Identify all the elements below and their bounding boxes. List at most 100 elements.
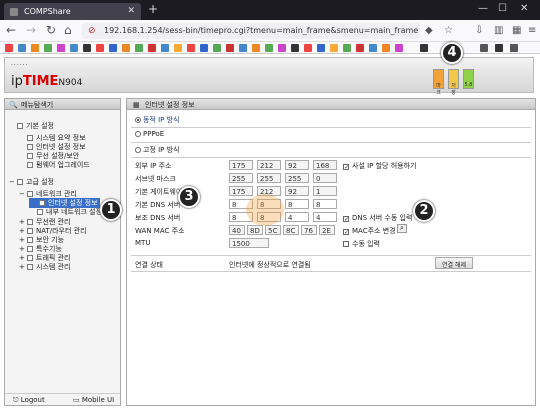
- ip-octet-input[interactable]: 8: [285, 199, 309, 209]
- bookmark-icon[interactable]: [109, 44, 117, 52]
- mac-octet-input[interactable]: 8D: [247, 225, 263, 235]
- bookmark-icon[interactable]: [31, 44, 39, 52]
- mobile-ui-link[interactable]: ▭ Mobile UI: [73, 396, 114, 404]
- bookmark-icon[interactable]: [148, 44, 156, 52]
- ip-octet-input[interactable]: 175: [229, 186, 253, 196]
- bookmark-icon[interactable]: [70, 44, 78, 52]
- ip-octet-input[interactable]: 168: [313, 160, 337, 170]
- bookmark-icon[interactable]: [330, 44, 338, 52]
- bookmark-icon[interactable]: [252, 44, 260, 52]
- disconnect-button[interactable]: 연결 해제: [435, 257, 473, 269]
- bookmark-icon[interactable]: [18, 44, 26, 52]
- mac-change-checkbox[interactable]: ✓ MAC주소 변경: [343, 226, 396, 236]
- private-ip-checkbox[interactable]: ✓ 사설 IP 할당 허용하기: [343, 161, 416, 171]
- ip-octet-input[interactable]: 92: [285, 186, 309, 196]
- bookmark-icon[interactable]: [5, 44, 13, 52]
- extension-icon[interactable]: ▦: [512, 25, 521, 36]
- mac-octet-input[interactable]: 40: [229, 225, 245, 235]
- bookmark-icon[interactable]: [317, 44, 325, 52]
- bookmark-icon[interactable]: [480, 44, 488, 52]
- minimize-icon[interactable]: —: [478, 3, 488, 14]
- pocket-icon[interactable]: ◆: [425, 25, 433, 36]
- tree-toggle-icon[interactable]: +: [19, 263, 25, 271]
- star-icon[interactable]: ☆: [444, 25, 453, 36]
- bookmark-icon[interactable]: [161, 44, 169, 52]
- tree-toggle-icon[interactable]: +: [19, 245, 25, 253]
- mac-octet-input[interactable]: 5C: [265, 225, 281, 235]
- radio-pppoe[interactable]: PPPoE: [135, 130, 164, 138]
- bookmark-icon[interactable]: [187, 44, 195, 52]
- menu-tree-item[interactable]: − 고급 설정: [9, 177, 54, 187]
- ip-octet-input[interactable]: 255: [285, 173, 309, 183]
- radio-static-ip[interactable]: 고정 IP 방식: [135, 145, 180, 155]
- bookmark-icon[interactable]: [57, 44, 65, 52]
- forward-icon[interactable]: →: [26, 23, 36, 37]
- mac-octet-input[interactable]: 76: [301, 225, 317, 235]
- library-icon[interactable]: ▥: [494, 25, 503, 36]
- reload-icon[interactable]: ↻: [46, 23, 56, 37]
- bookmark-icon[interactable]: [369, 44, 377, 52]
- tree-toggle-icon[interactable]: +: [19, 254, 25, 262]
- back-icon[interactable]: ←: [6, 23, 16, 37]
- bookmark-icon[interactable]: [135, 44, 143, 52]
- bookmark-icon[interactable]: [83, 44, 91, 52]
- menu-tree-item[interactable]: 펌웨어 업그레이드: [19, 160, 90, 170]
- bookmark-icon[interactable]: [226, 44, 234, 52]
- bookmark-icon[interactable]: [291, 44, 299, 52]
- home-icon[interactable]: ⌂: [64, 23, 72, 37]
- bookmark-icon[interactable]: [122, 44, 130, 52]
- ip-octet-input[interactable]: 92: [285, 160, 309, 170]
- bookmark-icon[interactable]: [239, 44, 247, 52]
- ip-octet-input[interactable]: 8: [313, 199, 337, 209]
- tab-close-icon[interactable]: ✕: [127, 6, 135, 16]
- bookmark-icon[interactable]: [510, 44, 518, 52]
- mac-octet-input[interactable]: 2E: [319, 225, 335, 235]
- manual-input-checkbox[interactable]: 수동 입력: [343, 239, 380, 249]
- bookmark-icon[interactable]: [304, 44, 312, 52]
- tree-toggle-icon[interactable]: −: [9, 178, 15, 186]
- tree-toggle-icon[interactable]: +: [19, 218, 25, 226]
- tree-toggle-icon[interactable]: +: [19, 236, 25, 244]
- dns-manual-checkbox[interactable]: ✓ DNS 서버 수동 입력: [343, 213, 412, 223]
- menu-icon[interactable]: ≡: [528, 25, 536, 36]
- bookmark-icon[interactable]: [265, 44, 273, 52]
- bookmark-icon[interactable]: [420, 44, 428, 52]
- ip-octet-input[interactable]: 255: [229, 173, 253, 183]
- bookmark-icon[interactable]: [395, 44, 403, 52]
- ip-octet-input[interactable]: 212: [257, 160, 281, 170]
- menu-tree-item[interactable]: + 시스템 관리: [19, 262, 70, 272]
- new-tab-button[interactable]: +: [148, 2, 158, 16]
- bookmark-icon[interactable]: [343, 44, 351, 52]
- downloads-icon[interactable]: ⇩: [475, 25, 483, 36]
- tree-toggle-icon[interactable]: +: [19, 227, 25, 235]
- address-bar[interactable]: ⊘ 192.168.1.254/sess-bin/timepro.cgi?tme…: [82, 23, 420, 39]
- ip-octet-input[interactable]: 4: [285, 212, 309, 222]
- logout-link[interactable]: ⎋ Logout: [13, 396, 45, 405]
- browser-tab[interactable]: COMPShare ✕: [4, 3, 141, 20]
- mac-search-button[interactable]: ⌕: [397, 224, 407, 233]
- save-button[interactable]: 저장: [448, 69, 459, 96]
- mark-button[interactable]: 마크: [433, 69, 444, 96]
- mac-octet-input[interactable]: 8C: [283, 225, 299, 235]
- menu-tree-item[interactable]: 내부 네트워크 설정: [29, 207, 102, 217]
- bookmark-icon[interactable]: [174, 44, 182, 52]
- bookmark-icon[interactable]: [96, 44, 104, 52]
- radio-dynamic-ip[interactable]: 동적 IP 방식: [135, 115, 180, 125]
- bookmark-icon[interactable]: [495, 44, 503, 52]
- version-button[interactable]: 5.8: [463, 69, 474, 89]
- bookmark-icon[interactable]: [382, 44, 390, 52]
- bookmark-icon[interactable]: [356, 44, 364, 52]
- bookmark-icon[interactable]: [44, 44, 52, 52]
- bookmark-icon[interactable]: [278, 44, 286, 52]
- ip-octet-input[interactable]: 1: [313, 186, 337, 196]
- ip-octet-input[interactable]: 255: [257, 173, 281, 183]
- menu-tree-item[interactable]: 기본 설정: [9, 121, 54, 131]
- bookmark-icon[interactable]: [200, 44, 208, 52]
- bookmark-icon[interactable]: [213, 44, 221, 52]
- ip-octet-input[interactable]: 4: [313, 212, 337, 222]
- ip-octet-input[interactable]: 0: [313, 173, 337, 183]
- ip-octet-input[interactable]: 175: [229, 160, 253, 170]
- window-close-icon[interactable]: ✕: [520, 3, 528, 14]
- tree-toggle-icon[interactable]: −: [19, 190, 25, 198]
- mtu-input[interactable]: 1500: [229, 238, 269, 248]
